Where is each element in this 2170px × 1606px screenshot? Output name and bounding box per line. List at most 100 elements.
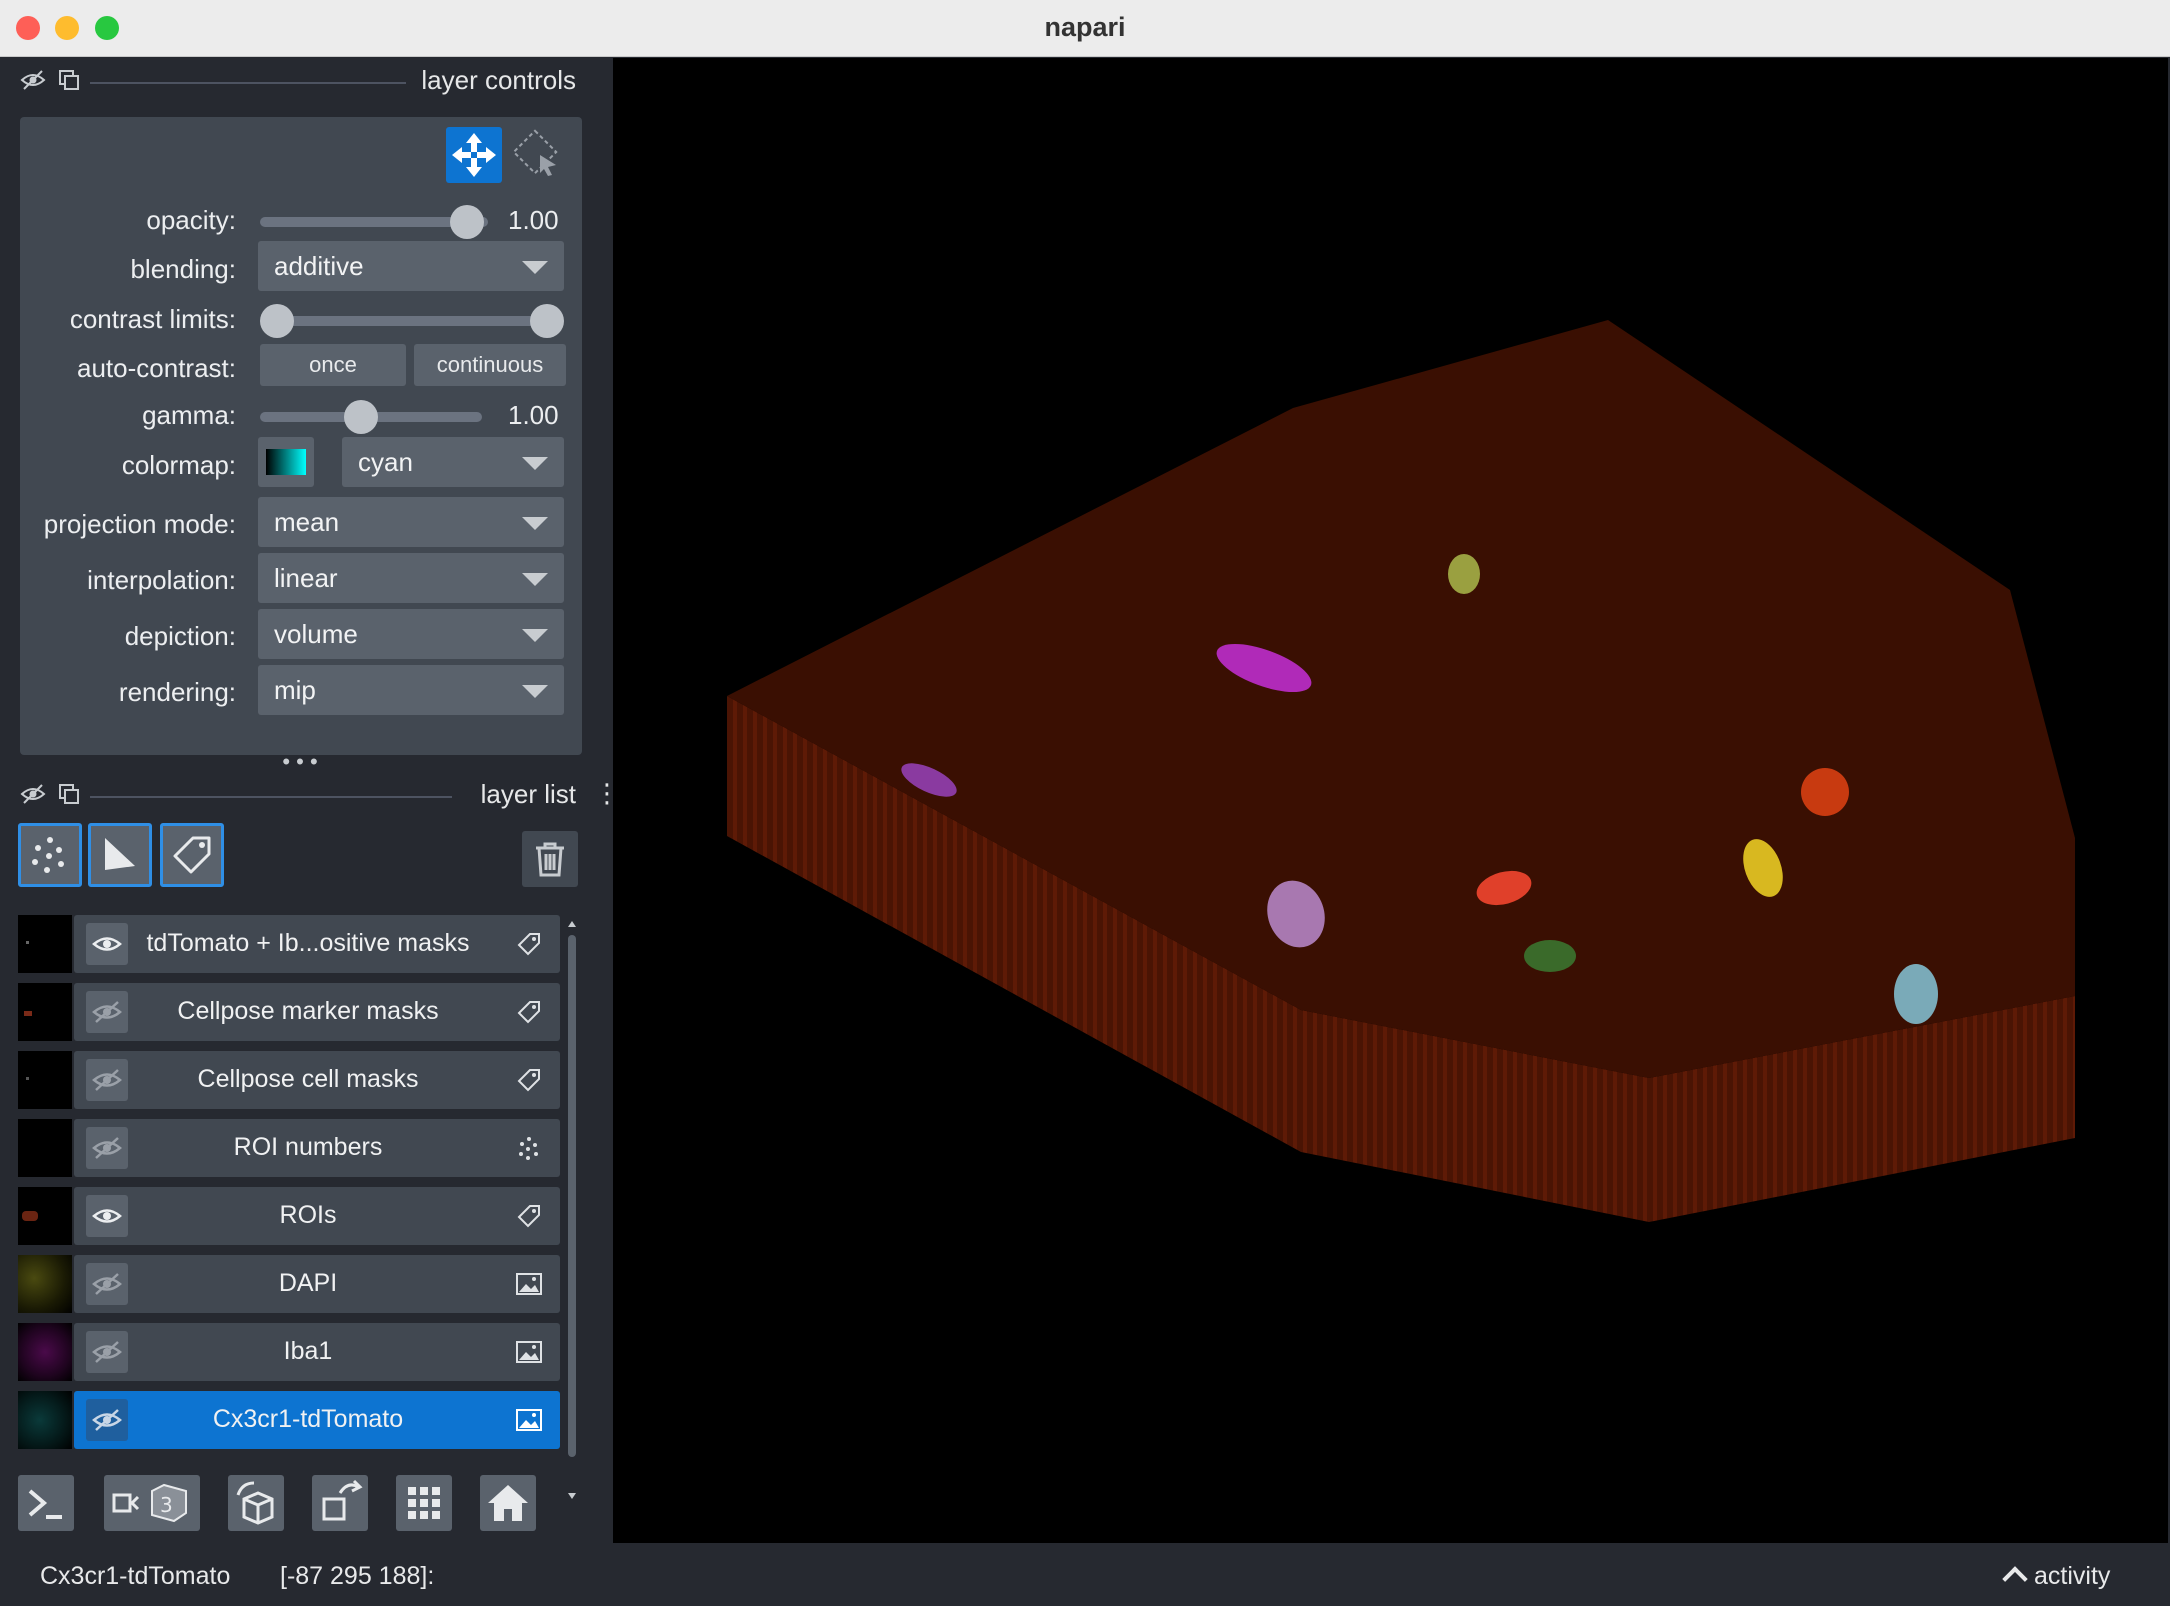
hide-dock-eye-icon[interactable] [20,781,46,807]
chevron-up-icon [2002,1566,2028,1592]
viewer-canvas[interactable] [613,58,2168,1543]
eye-hidden-icon [92,1137,122,1159]
status-layer-name: Cx3cr1-tdTomato [40,1562,231,1590]
layer-row[interactable]: Iba1 [18,1323,560,1381]
layer-thumbnail [18,1323,72,1381]
layer-thumbnail [18,1119,72,1177]
layer-name: tdTomato + Ib...ositive masks [146,929,470,957]
colormap-swatch-button[interactable] [258,437,314,487]
layer-visibility-toggle[interactable] [86,1195,128,1237]
layer-thumbnail [18,1051,72,1109]
layer-thumbnail [18,915,72,973]
layer-controls-title: layer controls [421,65,576,95]
layer-visibility-toggle[interactable] [86,1127,128,1169]
projection-mode-dropdown[interactable]: mean [258,497,564,547]
layer-visibility-toggle[interactable] [86,991,128,1033]
colormap-dropdown[interactable]: cyan [342,437,564,487]
title-bar: napari [0,0,2170,57]
layer-list-header: layer list [16,775,576,815]
image-icon [516,1409,542,1431]
colormap-value: cyan [358,447,413,477]
depiction-value: volume [274,619,358,649]
layer-visibility-toggle[interactable] [86,1263,128,1305]
layer-thumbnail [18,1255,72,1313]
label-icon [517,1205,540,1228]
layer-name: ROI numbers [233,1133,383,1161]
layer-list-more-options-icon[interactable]: ⋮ [594,780,620,827]
scroll-up-arrow-icon[interactable] [568,921,576,927]
blending-dropdown[interactable]: additive [258,241,564,291]
contrast-limits-slider[interactable] [272,316,554,326]
auto-contrast-continuous-button[interactable]: continuous [414,344,566,386]
toggle-ndisplay-button[interactable]: 3 [104,1475,200,1531]
transform-mode-button[interactable] [510,127,566,183]
layer-name: ROIs [279,1201,337,1229]
eye-icon [92,1209,122,1223]
layer-visibility-toggle[interactable] [86,1331,128,1373]
svg-text:3: 3 [160,1493,173,1517]
hide-dock-eye-icon[interactable] [20,67,46,93]
pan-zoom-mode-button[interactable] [446,127,502,183]
layer-visibility-toggle[interactable] [86,1059,128,1101]
new-labels-layer-button[interactable] [160,823,224,887]
move-arrows-icon [452,133,496,177]
gamma-value: 1.00 [508,400,559,430]
chevron-down-icon [522,629,548,642]
select-transform-icon [512,129,558,176]
layer-row[interactable]: Cellpose marker masks [18,983,560,1041]
blending-value: additive [274,251,364,281]
chevron-down-icon [522,517,548,530]
status-coordinates: [-87 295 188]: [280,1562,435,1590]
left-dock-panel: layer controls opacity: 1.00 blending: a… [0,57,620,1547]
dock-splitter-handle[interactable]: • • • [280,751,320,773]
opacity-slider-handle[interactable] [450,205,484,239]
interpolation-label: interpolation: [87,565,236,595]
rendering-dropdown[interactable]: mip [258,665,564,715]
layer-list-scrollbar[interactable] [566,917,578,1507]
grid-view-button[interactable] [396,1475,452,1531]
layer-row[interactable]: tdTomato + Ib...ositive masks [18,915,560,973]
layer-row[interactable]: Cellpose cell masks [18,1051,560,1109]
new-shapes-layer-button[interactable] [88,823,152,887]
gamma-slider-handle[interactable] [344,400,378,434]
delete-layer-button[interactable] [522,831,578,887]
depiction-dropdown[interactable]: volume [258,609,564,659]
interpolation-dropdown[interactable]: linear [258,553,564,603]
layer-visibility-toggle[interactable] [86,923,128,965]
activity-button[interactable]: activity [2002,1562,2110,1592]
layer-name: Cellpose marker masks [177,997,439,1025]
layer-row[interactable]: ROIs [18,1187,560,1245]
contrast-limits-label: contrast limits: [69,304,236,334]
chevron-down-icon [522,685,548,698]
2d-3d-toggle-icon: 3 [112,1483,187,1523]
layer-row[interactable]: ROI numbers [18,1119,560,1177]
layer-row-selected[interactable]: Cx3cr1-tdTomato [18,1391,560,1449]
scrollbar-thumb[interactable] [568,935,576,1457]
chevron-down-icon [522,457,548,470]
layer-row[interactable]: DAPI [18,1255,560,1313]
points-icon [519,1137,538,1160]
new-points-layer-button[interactable] [18,823,82,887]
roll-dimensions-button[interactable] [228,1475,284,1531]
contrast-min-handle[interactable] [260,304,294,338]
transpose-dimensions-button[interactable] [312,1475,368,1531]
chevron-down-icon [522,573,548,586]
reset-view-button[interactable] [480,1475,536,1531]
cube-rotate-icon [236,1481,274,1525]
trash-icon [536,842,564,877]
auto-contrast-once-button[interactable]: once [260,344,406,386]
layer-visibility-toggle[interactable] [86,1399,128,1441]
image-icon [516,1273,542,1295]
contrast-max-handle[interactable] [530,304,564,338]
eye-hidden-icon [92,1409,122,1431]
layer-thumbnail [18,1187,72,1245]
float-dock-icon[interactable] [56,781,82,807]
scroll-down-arrow-icon[interactable] [568,1493,576,1499]
shapes-icon [105,838,135,870]
window-title: napari [1044,12,1126,42]
console-button[interactable] [18,1475,74,1531]
grid-icon [408,1487,440,1519]
eye-hidden-icon [92,1069,122,1091]
float-dock-icon[interactable] [56,67,82,93]
label-icon [517,1069,540,1092]
